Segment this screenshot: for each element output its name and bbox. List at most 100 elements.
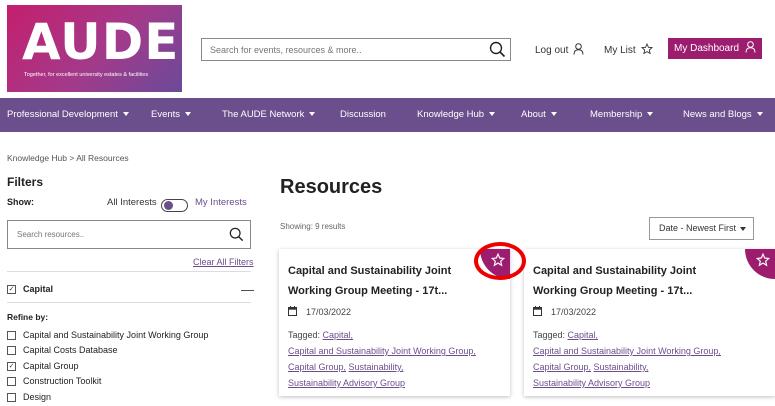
- nav-label: The AUDE Network: [222, 109, 305, 120]
- card-date: 17/03/2022: [288, 306, 351, 318]
- filters-title: Filters: [7, 175, 44, 189]
- sort-select[interactable]: Date - Newest First: [649, 217, 754, 240]
- tag-link[interactable]: Capital,: [568, 330, 599, 340]
- nav-label: Knowledge Hub: [417, 109, 485, 120]
- tag-link[interactable]: Capital,: [323, 330, 354, 340]
- refine-checkbox[interactable]: ✓: [7, 362, 16, 371]
- tag-link[interactable]: Sustainability Advisory Group: [288, 378, 405, 388]
- chevron-down-icon: [756, 112, 763, 117]
- card-date: 17/03/2022: [533, 306, 596, 318]
- logo-text: AUDE: [22, 13, 180, 71]
- my-dashboard-button[interactable]: My Dashboard: [668, 38, 762, 59]
- chevron-down-icon: [122, 112, 129, 117]
- nav-aude-network[interactable]: The AUDE Network: [222, 98, 316, 132]
- user-icon: [745, 41, 756, 56]
- nav-events[interactable]: Events: [151, 98, 192, 132]
- card-tags: Tagged: Capital, Capital and Sustainabil…: [533, 327, 721, 391]
- tag-link[interactable]: Capital and Sustainability Joint Working…: [288, 346, 476, 356]
- check-icon: ✓: [8, 363, 15, 370]
- site-search: [201, 38, 511, 61]
- my-list-link[interactable]: My List: [604, 42, 653, 58]
- tag-link[interactable]: Sustainability,: [349, 362, 404, 372]
- date-text: 17/03/2022: [551, 307, 597, 317]
- my-interests-label[interactable]: My Interests: [195, 197, 247, 208]
- all-interests-label[interactable]: All Interests: [107, 197, 157, 208]
- interests-toggle[interactable]: [161, 199, 188, 212]
- logout-label: Log out: [535, 45, 569, 56]
- main-nav: Professional Development Events The AUDE…: [0, 98, 775, 132]
- capital-filter-label[interactable]: Capital: [23, 284, 53, 294]
- page-title: Resources: [280, 176, 383, 198]
- nav-discussion[interactable]: Discussion: [340, 98, 386, 132]
- results-count: Showing: 9 results: [280, 222, 346, 231]
- refine-item-label[interactable]: Capital and Sustainability Joint Working…: [23, 330, 208, 340]
- tag-link[interactable]: Sustainability,: [594, 362, 649, 372]
- nav-about[interactable]: About: [521, 98, 557, 132]
- nav-label: About: [521, 109, 546, 120]
- nav-professional-development[interactable]: Professional Development: [7, 98, 129, 132]
- chevron-down-icon: [740, 226, 747, 231]
- chevron-down-icon: [185, 112, 192, 117]
- tag-link[interactable]: Capital and Sustainability Joint Working…: [533, 346, 721, 356]
- tagged-label: Tagged:: [533, 330, 566, 340]
- capital-checkbox[interactable]: ✓: [7, 285, 16, 294]
- nav-label: Membership: [590, 109, 643, 120]
- my-dashboard-label: My Dashboard: [673, 43, 740, 54]
- refine-checkbox[interactable]: [7, 393, 16, 402]
- tag-link[interactable]: Sustainability Advisory Group: [533, 378, 650, 388]
- check-icon: ✓: [8, 286, 15, 293]
- toggle-knob: [164, 201, 173, 210]
- divider: [7, 271, 251, 272]
- nav-label: Discussion: [340, 109, 386, 120]
- nav-label: News and Blogs: [683, 109, 752, 120]
- chevron-down-icon: [309, 112, 316, 117]
- aude-logo[interactable]: AUDE Together, for excellent university …: [7, 5, 182, 92]
- user-icon: [573, 43, 584, 58]
- card-tags: Tagged: Capital, Capital and Sustainabil…: [288, 327, 476, 391]
- resource-card[interactable]: Capital and Sustainability Joint Working…: [524, 249, 775, 396]
- refine-item-label[interactable]: Construction Toolkit: [23, 376, 101, 386]
- star-icon: [640, 42, 653, 58]
- resource-search: [7, 220, 251, 249]
- nav-label: Professional Development: [7, 109, 118, 120]
- calendar-icon: [288, 306, 297, 318]
- nav-news-and-blogs[interactable]: News and Blogs: [683, 98, 763, 132]
- star-icon: [491, 253, 505, 267]
- tagged-label: Tagged:: [288, 330, 321, 340]
- my-list-label: My List: [604, 45, 636, 56]
- nav-membership[interactable]: Membership: [590, 98, 654, 132]
- chevron-down-icon: [647, 112, 654, 117]
- clear-all-filters-link[interactable]: Clear All Filters: [193, 257, 254, 267]
- logout-link[interactable]: Log out: [535, 43, 584, 58]
- tag-link[interactable]: Capital Group,: [288, 362, 346, 372]
- calendar-icon: [533, 306, 542, 318]
- site-search-input[interactable]: [202, 39, 472, 60]
- refine-checkbox[interactable]: [7, 377, 16, 386]
- search-icon[interactable]: [229, 227, 244, 247]
- refine-item-label[interactable]: Design: [23, 392, 51, 402]
- star-icon: [756, 253, 770, 267]
- resource-search-input[interactable]: [8, 221, 218, 248]
- favourite-button[interactable]: [480, 249, 510, 279]
- card-title[interactable]: Capital and Sustainability Joint Working…: [533, 261, 713, 301]
- date-text: 17/03/2022: [306, 307, 352, 317]
- show-label: Show:: [7, 197, 34, 207]
- nav-label: Events: [151, 109, 181, 120]
- favourite-button[interactable]: [745, 249, 775, 279]
- nav-knowledge-hub[interactable]: Knowledge Hub: [417, 98, 496, 132]
- refine-checkbox[interactable]: [7, 346, 16, 355]
- refine-item-label[interactable]: Capital Costs Database: [23, 345, 118, 355]
- search-icon[interactable]: [489, 41, 506, 63]
- breadcrumb[interactable]: Knowledge Hub > All Resources: [7, 153, 129, 163]
- refine-item-label[interactable]: Capital Group: [23, 361, 79, 371]
- chevron-down-icon: [550, 112, 557, 117]
- logo-tagline: Together, for excellent university estat…: [24, 72, 149, 78]
- card-title[interactable]: Capital and Sustainability Joint Working…: [288, 261, 468, 301]
- minus-icon[interactable]: —: [241, 282, 254, 297]
- resource-card[interactable]: Capital and Sustainability Joint Working…: [279, 249, 510, 396]
- sort-value: Date - Newest First: [659, 223, 737, 233]
- tag-link[interactable]: Capital Group,: [533, 362, 591, 372]
- chevron-down-icon: [489, 112, 496, 117]
- refine-checkbox[interactable]: [7, 331, 16, 340]
- refine-by-label: Refine by:: [7, 312, 49, 322]
